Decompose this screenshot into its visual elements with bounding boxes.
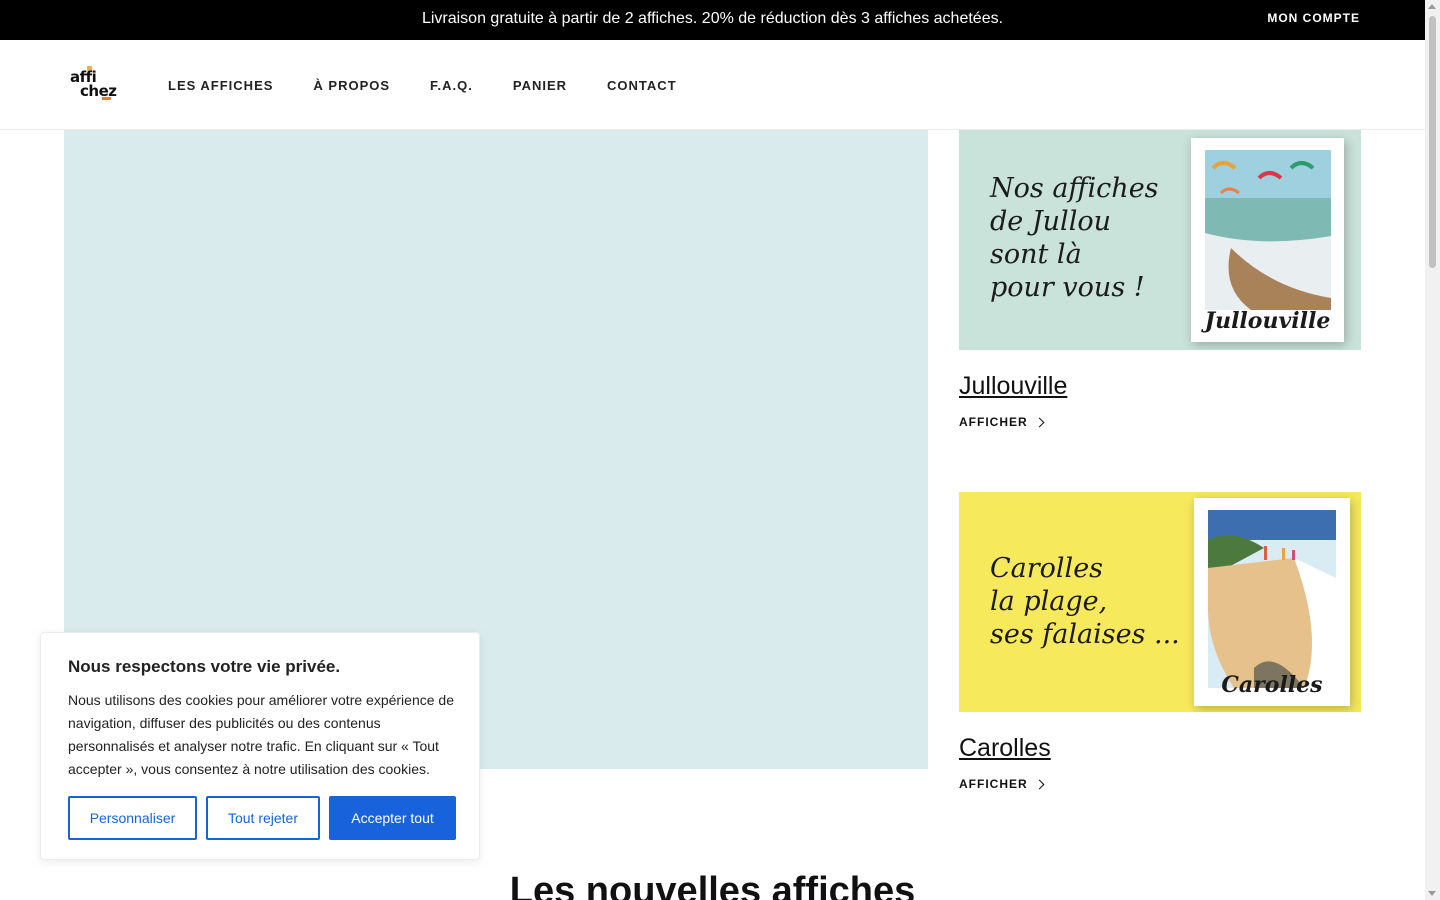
scrollbar-thumb[interactable] xyxy=(1429,16,1436,268)
afficher-link[interactable]: AFFICHER xyxy=(959,777,1045,791)
main-nav: LES AFFICHES À PROPOS F.A.Q. PANIER CONT… xyxy=(168,40,717,130)
poster-image: Carolles xyxy=(1194,498,1350,706)
scroll-up-arrow-icon[interactable] xyxy=(1428,4,1436,9)
afficher-label: AFFICHER xyxy=(959,777,1028,791)
logo-text-bottom: chez xyxy=(80,82,117,100)
site-header: affi chez LES AFFICHES À PROPOS F.A.Q. P… xyxy=(0,40,1425,130)
cookie-text: Nous utilisons des cookies pour améliore… xyxy=(68,692,454,777)
card-title[interactable]: Carolles xyxy=(959,734,1361,763)
site-logo[interactable]: affi chez xyxy=(68,66,124,104)
cookie-title: Nous respectons votre vie privée. xyxy=(68,657,341,676)
accept-all-button[interactable]: Accepter tout xyxy=(329,796,456,840)
poster-image: Jullouville xyxy=(1191,138,1344,342)
nav-item-panier[interactable]: PANIER xyxy=(513,78,567,93)
poster-caption: Jullouville xyxy=(1204,308,1331,334)
afficher-link[interactable]: AFFICHER xyxy=(959,415,1045,429)
banner-text: Carolles la plage, ses falaises ... xyxy=(990,553,1180,650)
section-title: Les nouvelles affiches xyxy=(509,870,916,900)
announcement-bar: Livraison gratuite à partir de 2 affiche… xyxy=(0,0,1425,40)
nav-item-a-propos[interactable]: À PROPOS xyxy=(313,78,390,93)
poster-card-carolles: Carolles la plage, ses falaises ... Caro… xyxy=(959,492,1361,793)
chevron-right-icon xyxy=(1034,417,1045,427)
nav-item-faq[interactable]: F.A.Q. xyxy=(430,78,473,93)
scroll-down-arrow-icon[interactable] xyxy=(1428,891,1436,896)
logo-accent-bar xyxy=(102,97,111,100)
poster-caption: Carolles xyxy=(1221,672,1323,698)
banner-text: Nos affiches de Jullou sont là pour vous… xyxy=(990,173,1159,303)
reject-all-button[interactable]: Tout rejeter xyxy=(206,796,320,840)
afficher-label: AFFICHER xyxy=(959,415,1028,429)
cookie-consent-dialog: Nous respectons votre vie privée. Nous u… xyxy=(40,632,480,860)
chevron-right-icon xyxy=(1034,779,1045,789)
poster-card-jullouville: Nos affiches de Jullou sont là pour vous… xyxy=(959,130,1361,431)
cookie-buttons: Personnaliser Tout rejeter Accepter tout xyxy=(68,796,456,840)
my-account-link[interactable]: MON COMPTE xyxy=(1267,0,1360,36)
card-title[interactable]: Jullouville xyxy=(959,372,1361,401)
card-banner[interactable]: Carolles la plage, ses falaises ... Caro… xyxy=(959,492,1361,712)
customize-button[interactable]: Personnaliser xyxy=(68,796,197,840)
promo-message: Livraison gratuite à partir de 2 affiche… xyxy=(421,10,1004,27)
page-scrollbar[interactable] xyxy=(1425,0,1440,900)
nav-item-contact[interactable]: CONTACT xyxy=(607,78,677,93)
card-banner[interactable]: Nos affiches de Jullou sont là pour vous… xyxy=(959,130,1361,350)
nav-item-les-affiches[interactable]: LES AFFICHES xyxy=(168,78,273,93)
